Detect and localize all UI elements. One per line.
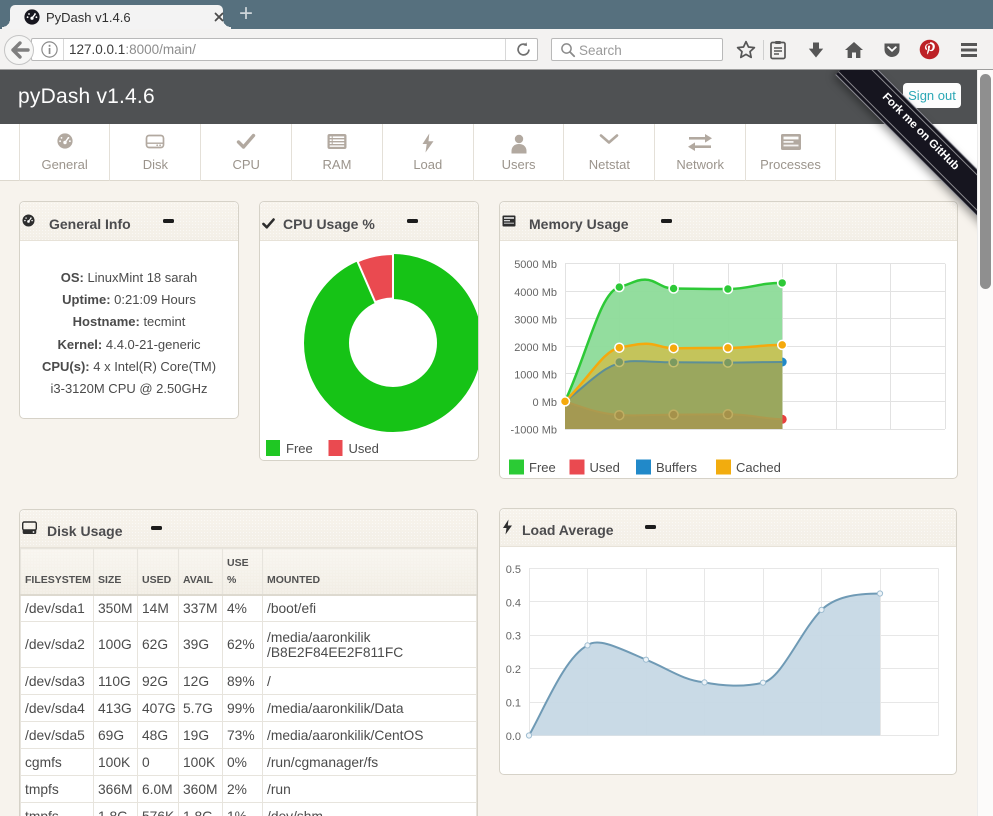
svg-text:3000 Mb: 3000 Mb [514,314,557,326]
svg-text:4000 Mb: 4000 Mb [514,287,557,299]
svg-text:Cached: Cached [736,460,781,475]
svg-text:Used: Used [590,460,620,475]
svg-text:0.5: 0.5 [506,564,521,576]
svg-text:0.4: 0.4 [506,597,521,609]
svg-text:0.1: 0.1 [506,698,521,710]
svg-text:0 Mb: 0 Mb [533,397,557,409]
svg-text:2000 Mb: 2000 Mb [514,342,557,354]
svg-text:-1000 Mb: -1000 Mb [511,425,557,437]
svg-text:0.0: 0.0 [506,731,521,743]
svg-text:Buffers: Buffers [656,460,697,475]
svg-text:Free: Free [529,460,556,475]
svg-text:0.2: 0.2 [506,664,521,676]
svg-text:1000 Mb: 1000 Mb [514,369,557,381]
svg-text:0.3: 0.3 [506,631,521,643]
svg-text:5000 Mb: 5000 Mb [514,259,557,271]
svg-text:Used: Used [349,441,379,456]
svg-text:Free: Free [286,441,313,456]
